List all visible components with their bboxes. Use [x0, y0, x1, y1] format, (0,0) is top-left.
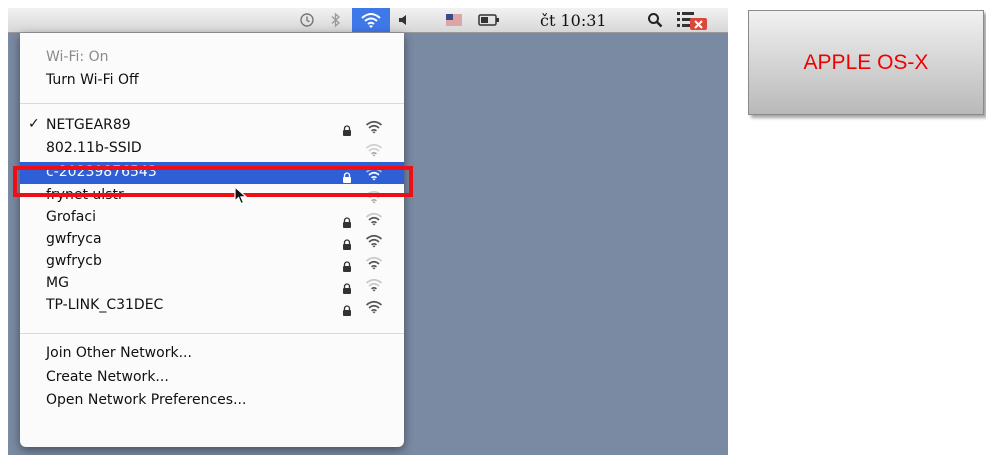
- spotlight-search-icon[interactable]: [644, 8, 666, 32]
- network-name: Grofaci: [46, 209, 96, 225]
- wifi-signal-icon: [365, 142, 383, 161]
- network-item-mg[interactable]: MG: [20, 273, 404, 295]
- mac-desktop: čt 10:31 Wi-Fi: On Turn Wi-Fi Off ✓ NETG…: [8, 8, 728, 455]
- time-machine-icon[interactable]: [295, 8, 319, 32]
- wifi-status-label: Wi-Fi: On: [46, 49, 109, 65]
- network-item-grofaci[interactable]: Grofaci: [20, 207, 404, 229]
- notification-list-icon[interactable]: [672, 8, 712, 32]
- network-item-netgear89[interactable]: ✓ NETGEAR89: [20, 115, 404, 137]
- volume-icon[interactable]: [394, 8, 414, 32]
- wifi-signal-icon: [365, 119, 383, 138]
- menu-bar: čt 10:31: [8, 8, 728, 33]
- wifi-signal-icon: [365, 299, 383, 318]
- network-item-802-11b-ssid[interactable]: 802.11b-SSID: [20, 138, 404, 160]
- network-name: gwfrycb: [46, 253, 102, 269]
- menu-separator: [20, 333, 404, 334]
- wifi-icon[interactable]: [352, 8, 390, 32]
- open-network-preferences-item[interactable]: Open Network Preferences...: [46, 392, 246, 408]
- network-item-tp-link-c31dec[interactable]: TP-LINK_C31DEC: [20, 295, 404, 317]
- apple-os-x-label: APPLE OS-X: [748, 10, 984, 115]
- network-name: MG: [46, 275, 69, 291]
- turn-wifi-off-item[interactable]: Turn Wi-Fi Off: [46, 72, 139, 88]
- network-name: gwfryca: [46, 231, 102, 247]
- network-item-gwfrycb[interactable]: gwfrycb: [20, 251, 404, 273]
- highlight-box: [13, 166, 413, 197]
- create-network-item[interactable]: Create Network...: [46, 369, 169, 385]
- mouse-cursor-icon: [234, 185, 248, 210]
- lock-icon: [342, 301, 352, 320]
- flag-icon[interactable]: [444, 8, 464, 32]
- wifi-signal-icon: [365, 277, 383, 296]
- wifi-signal-icon: [365, 255, 383, 274]
- network-name: 802.11b-SSID: [46, 140, 142, 156]
- wifi-signal-icon: [365, 233, 383, 252]
- network-item-gwfryca[interactable]: gwfryca: [20, 229, 404, 251]
- network-name: TP-LINK_C31DEC: [46, 297, 164, 313]
- battery-icon[interactable]: [476, 8, 502, 32]
- network-name: NETGEAR89: [46, 117, 131, 133]
- menu-separator: [20, 103, 404, 104]
- menu-bar-clock[interactable]: čt 10:31: [540, 11, 607, 30]
- checkmark-icon: ✓: [28, 116, 40, 132]
- wifi-dropdown-menu: Wi-Fi: On Turn Wi-Fi Off ✓ NETGEAR89 802…: [20, 33, 404, 447]
- bluetooth-icon[interactable]: [326, 8, 346, 32]
- wifi-signal-icon: [365, 211, 383, 230]
- join-other-network-item[interactable]: Join Other Network...: [46, 345, 192, 361]
